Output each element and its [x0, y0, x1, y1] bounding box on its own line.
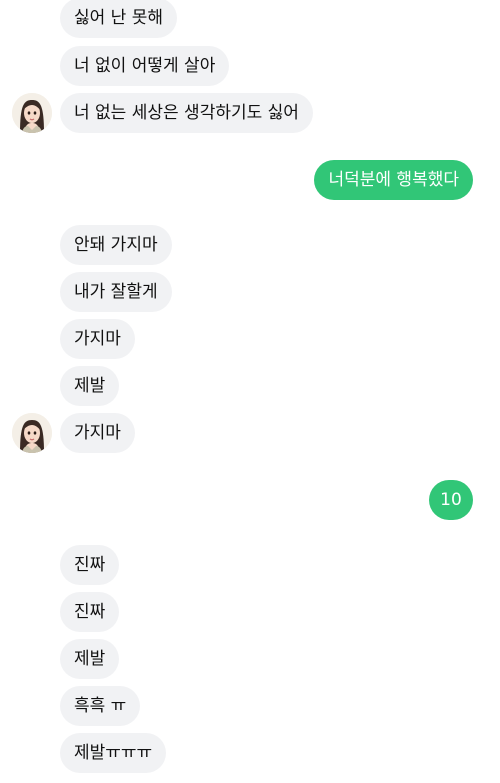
message-bubble-incoming[interactable]: 내가 잘할게: [60, 272, 172, 312]
message-bubble-incoming[interactable]: 제발: [60, 639, 120, 679]
girl-portrait-icon[interactable]: [12, 413, 52, 453]
chat-thread: 싫어 난 못해 너 없이 어떻게 살아 너 없는 세상은 생각하기도 싫어 너덕…: [0, 0, 500, 783]
message-bubble-incoming[interactable]: 가지마: [60, 413, 135, 453]
message-bubble-incoming[interactable]: 제발ㅠㅠㅠ: [60, 733, 167, 773]
message-bubble-incoming[interactable]: 진짜: [60, 545, 120, 585]
message-bubble-outgoing[interactable]: 10: [429, 480, 473, 520]
message-bubble-incoming[interactable]: 가지마: [60, 319, 135, 359]
message-bubble-incoming[interactable]: 진짜: [60, 592, 120, 632]
message-bubble-incoming[interactable]: 너 없는 세상은 생각하기도 싫어: [60, 93, 313, 133]
message-bubble-incoming[interactable]: 흑흑 ㅠ: [60, 686, 141, 726]
message-bubble-incoming[interactable]: 너 없이 어떻게 살아: [60, 46, 230, 86]
message-bubble-outgoing[interactable]: 너덕분에 행복했다: [314, 160, 473, 200]
message-bubble-incoming[interactable]: 싫어 난 못해: [60, 0, 178, 38]
girl-portrait-icon[interactable]: [12, 93, 52, 133]
message-bubble-incoming[interactable]: 안돼 가지마: [60, 225, 172, 265]
message-bubble-incoming[interactable]: 제발: [60, 366, 120, 406]
